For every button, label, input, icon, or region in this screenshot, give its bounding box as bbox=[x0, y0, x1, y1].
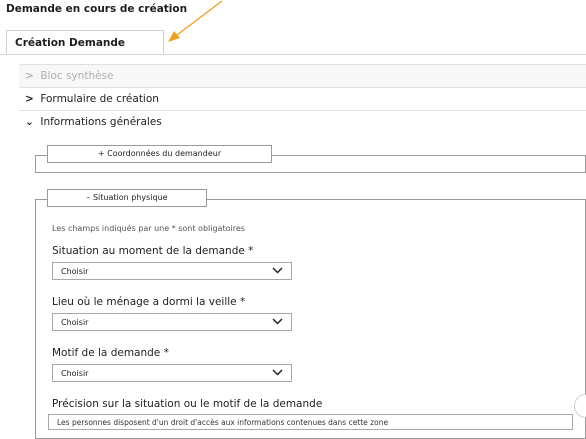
select-value: Choisir bbox=[61, 267, 89, 276]
accordion-formulaire-creation[interactable]: > Formulaire de création bbox=[19, 87, 586, 110]
toggle-situation-physique-button[interactable]: – Situation physique bbox=[47, 189, 207, 207]
accordion-bloc-synthese[interactable]: > Bloc synthèse bbox=[19, 64, 586, 87]
select-value: Choisir bbox=[61, 369, 89, 378]
annotation-arrow-icon bbox=[168, 0, 223, 42]
select-value: Choisir bbox=[61, 318, 89, 327]
select-lieu[interactable]: Choisir bbox=[52, 313, 292, 331]
required-fields-note: Les champs indiqués par une * sont oblig… bbox=[52, 224, 245, 233]
chevron-down-icon bbox=[272, 267, 283, 274]
accordion-label: Informations générales bbox=[40, 116, 162, 128]
chevron-down-icon bbox=[272, 318, 283, 325]
accordion-label: Bloc synthèse bbox=[40, 70, 114, 82]
chevron-right-icon: > bbox=[25, 93, 34, 105]
tab-bar: Création Demande bbox=[0, 30, 586, 55]
field-label-motif: Motif de la demande * bbox=[52, 347, 169, 359]
chevron-down-icon bbox=[272, 369, 283, 376]
tab-creation-demande[interactable]: Création Demande bbox=[6, 30, 164, 54]
accordion-label: Formulaire de création bbox=[40, 93, 159, 105]
select-situation[interactable]: Choisir bbox=[52, 262, 292, 280]
accordion-informations-generales[interactable]: ⌄ Informations générales bbox=[19, 110, 586, 133]
field-label-precision: Précision sur la situation ou le motif d… bbox=[52, 398, 323, 410]
toggle-coordonnees-button[interactable]: + Coordonnées du demandeur bbox=[47, 145, 272, 163]
page-title: Demande en cours de création bbox=[6, 3, 188, 15]
select-motif[interactable]: Choisir bbox=[52, 364, 292, 382]
chevron-down-icon: ⌄ bbox=[25, 116, 34, 128]
field-label-situation: Situation au moment de la demande * bbox=[52, 245, 254, 257]
chevron-right-icon: > bbox=[25, 70, 34, 82]
field-label-lieu: Lieu où le ménage a dormi la veille * bbox=[52, 296, 246, 308]
